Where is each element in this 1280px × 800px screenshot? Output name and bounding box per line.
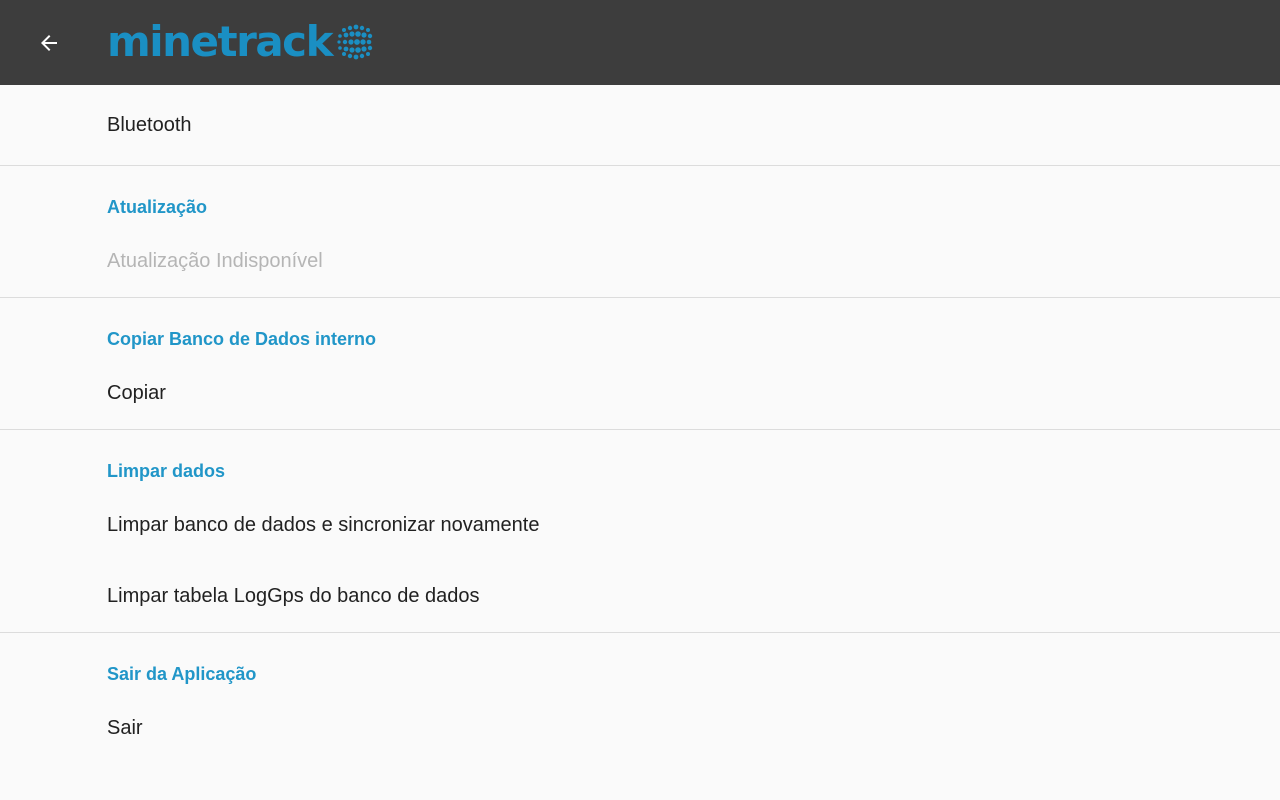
category-atualizacao: Atualização xyxy=(107,197,208,217)
arrow-back-icon xyxy=(41,35,57,51)
minetrack-logo: minetrack xyxy=(107,18,376,66)
section-bluetooth: Bluetooth xyxy=(0,85,1280,166)
dot-globe-icon xyxy=(337,24,373,60)
pref-clear-database-resync[interactable]: Limpar banco de dados e sincronizar nova… xyxy=(0,490,1280,561)
pref-exit[interactable]: Sair xyxy=(0,693,1280,764)
logo-text: minetrack xyxy=(107,17,334,66)
pref-copy[interactable]: Copiar xyxy=(0,358,1280,429)
category-clear-data: Limpar dados xyxy=(107,461,226,481)
section-copy-database: Copiar Banco de Dados interno Copiar xyxy=(0,298,1280,430)
app-bar: minetrack xyxy=(0,0,1280,85)
pref-bluetooth[interactable]: Bluetooth xyxy=(0,85,1280,165)
section-clear-data: Limpar dados Limpar banco de dados e sin… xyxy=(0,430,1280,633)
section-atualizacao: Atualização Atualização Indisponível xyxy=(0,166,1280,298)
category-exit-app: Sair da Aplicação xyxy=(107,664,257,684)
category-copy-database: Copiar Banco de Dados interno xyxy=(107,329,377,349)
section-exit-app: Sair da Aplicação Sair xyxy=(0,633,1280,764)
pref-update-unavailable: Atualização Indisponível xyxy=(107,250,323,272)
pref-clear-loggps-table[interactable]: Limpar tabela LogGps do banco de dados xyxy=(0,561,1280,632)
back-button[interactable] xyxy=(28,22,70,64)
settings-list: Bluetooth Atualização Atualização Indisp… xyxy=(0,85,1280,800)
